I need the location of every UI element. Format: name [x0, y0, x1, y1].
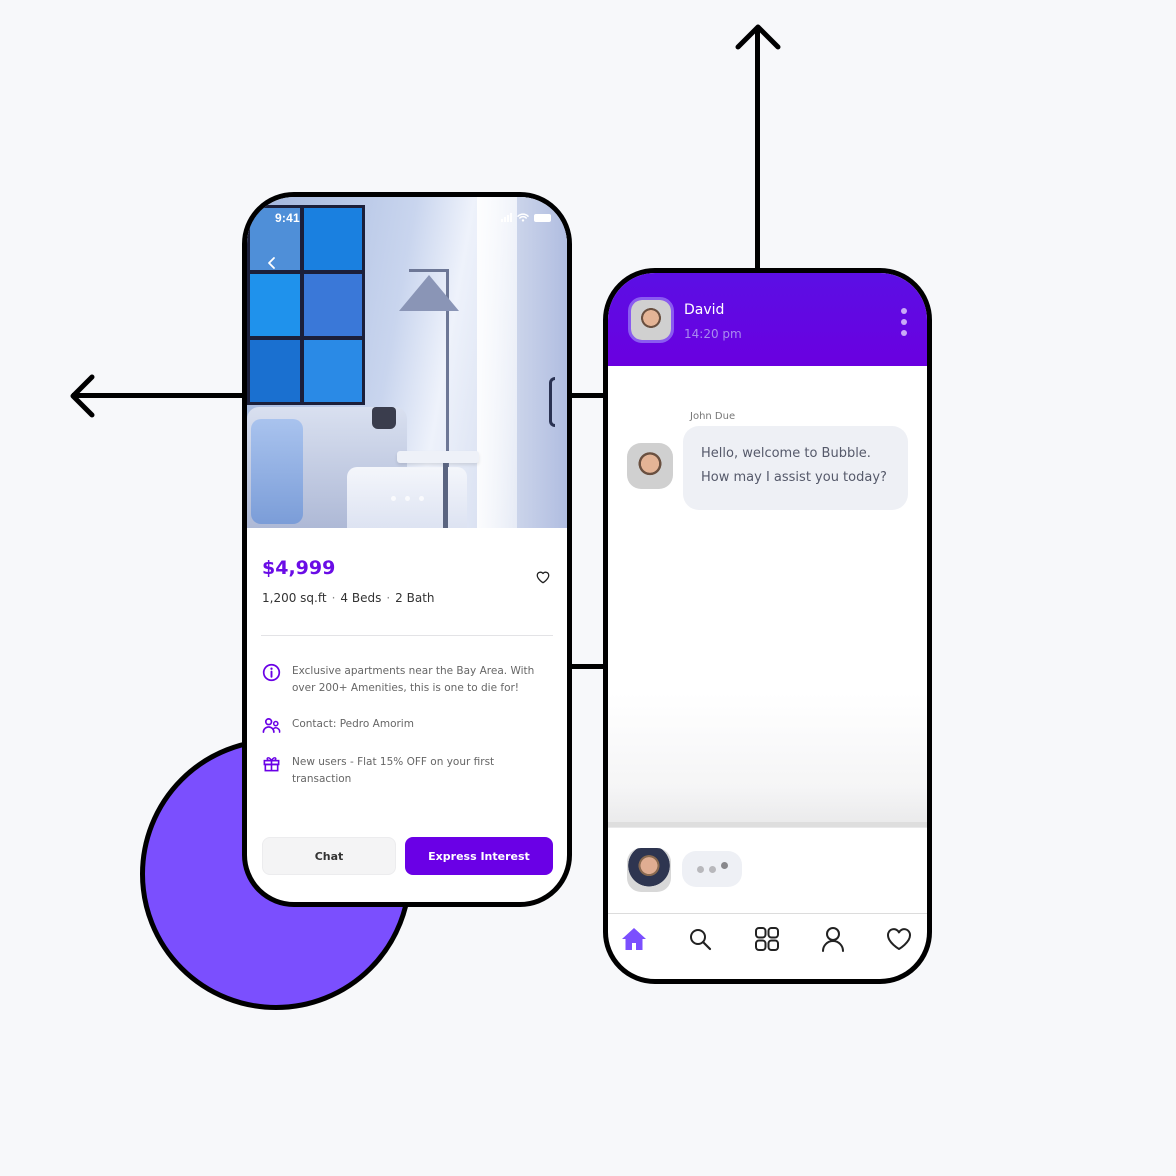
nav-home[interactable] — [620, 925, 648, 953]
lamp-shade — [399, 275, 459, 311]
battery-icon — [534, 213, 551, 222]
express-interest-button[interactable]: Express Interest — [405, 837, 553, 875]
pagination-dot[interactable] — [419, 496, 424, 501]
spec-beds: 4 Beds — [340, 591, 382, 605]
search-icon — [690, 929, 712, 951]
wifi-icon — [517, 213, 529, 222]
nav-profile[interactable] — [819, 925, 847, 953]
side-table — [397, 451, 479, 463]
chat-phone: David 14:20 pm John Due Hello, welcome t… — [603, 268, 932, 984]
nav-grid[interactable] — [753, 925, 781, 953]
avatar-typing-user — [627, 848, 671, 892]
table-leg — [443, 463, 448, 528]
connector-top — [570, 393, 606, 398]
message-line: How may I assist you today? — [701, 470, 887, 485]
grid-icon — [754, 927, 779, 951]
avatar-john — [627, 443, 673, 489]
spec-separator: · — [331, 591, 336, 605]
bottom-nav — [608, 925, 927, 965]
price: $4,999 — [262, 557, 336, 579]
nav-search[interactable] — [686, 925, 714, 953]
image-pagination[interactable] — [391, 496, 424, 501]
blue-doors-art — [247, 205, 365, 405]
contact-name: David — [684, 302, 725, 318]
door-handle — [549, 377, 555, 427]
spec-area: 1,200 sq.ft — [262, 591, 327, 605]
info-item-contact: Contact: Pedro Amorim — [262, 716, 554, 735]
spec-bath: 2 Bath — [395, 591, 435, 605]
info-icon — [262, 663, 281, 682]
info-item-offer: New users - Flat 15% OFF on your first t… — [262, 754, 554, 788]
avatar-photo — [631, 300, 671, 340]
message-bubble: Hello, welcome to Bubble. How may I assi… — [683, 426, 908, 510]
message-sender: John Due — [690, 411, 736, 422]
up-arrow-head-icon — [735, 24, 781, 50]
pillow — [251, 419, 303, 524]
nav-favorites[interactable] — [885, 925, 913, 953]
info-text: New users - Flat 15% OFF on your first t… — [292, 756, 495, 785]
property-image: 9:41 — [247, 197, 567, 528]
chat-fade — [608, 693, 927, 828]
up-arrow-line — [755, 28, 760, 271]
status-time: 9:41 — [275, 211, 300, 225]
property-specs: 1,200 sq.ft · 4 Beds · 2 Bath — [262, 591, 435, 605]
pagination-dot[interactable] — [405, 496, 410, 501]
signal-icon — [501, 213, 512, 222]
divider — [261, 635, 553, 636]
kebab-menu-icon[interactable] — [901, 308, 907, 336]
avatar-photo — [627, 848, 671, 892]
spec-separator: · — [386, 591, 391, 605]
lamp-arm — [409, 269, 449, 272]
last-seen-time: 14:20 pm — [684, 327, 742, 341]
pagination-dot[interactable] — [391, 496, 396, 501]
connector-bottom — [570, 664, 606, 669]
nav-divider — [608, 913, 927, 914]
chevron-left-icon — [268, 257, 275, 269]
door — [517, 197, 567, 528]
chat-button[interactable]: Chat — [262, 837, 396, 875]
heart-icon — [887, 928, 911, 950]
listing-phone: 9:41 $4,999 1,200 sq.ft · 4 Beds · 2 Bat… — [242, 192, 572, 907]
avatar-photo — [627, 443, 673, 489]
fade-edge — [608, 822, 927, 827]
home-icon — [622, 928, 646, 950]
users-icon — [262, 717, 281, 734]
chat-header: David 14:20 pm — [608, 273, 927, 366]
heart-outline-icon[interactable] — [535, 570, 551, 584]
avatar-david[interactable] — [628, 297, 674, 343]
message-line: Hello, welcome to Bubble. — [701, 446, 871, 461]
status-bar: 9:41 — [247, 211, 567, 227]
gift-icon — [263, 757, 280, 772]
info-text: Exclusive apartments near the Bay Area. … — [292, 665, 535, 694]
info-item-description: Exclusive apartments near the Bay Area. … — [262, 663, 554, 697]
back-button[interactable] — [267, 255, 277, 273]
vase — [372, 407, 396, 429]
info-text: Contact: Pedro Amorim — [292, 718, 414, 730]
left-arrow-head-icon — [70, 374, 95, 418]
typing-indicator — [682, 851, 742, 887]
user-icon — [821, 927, 844, 952]
